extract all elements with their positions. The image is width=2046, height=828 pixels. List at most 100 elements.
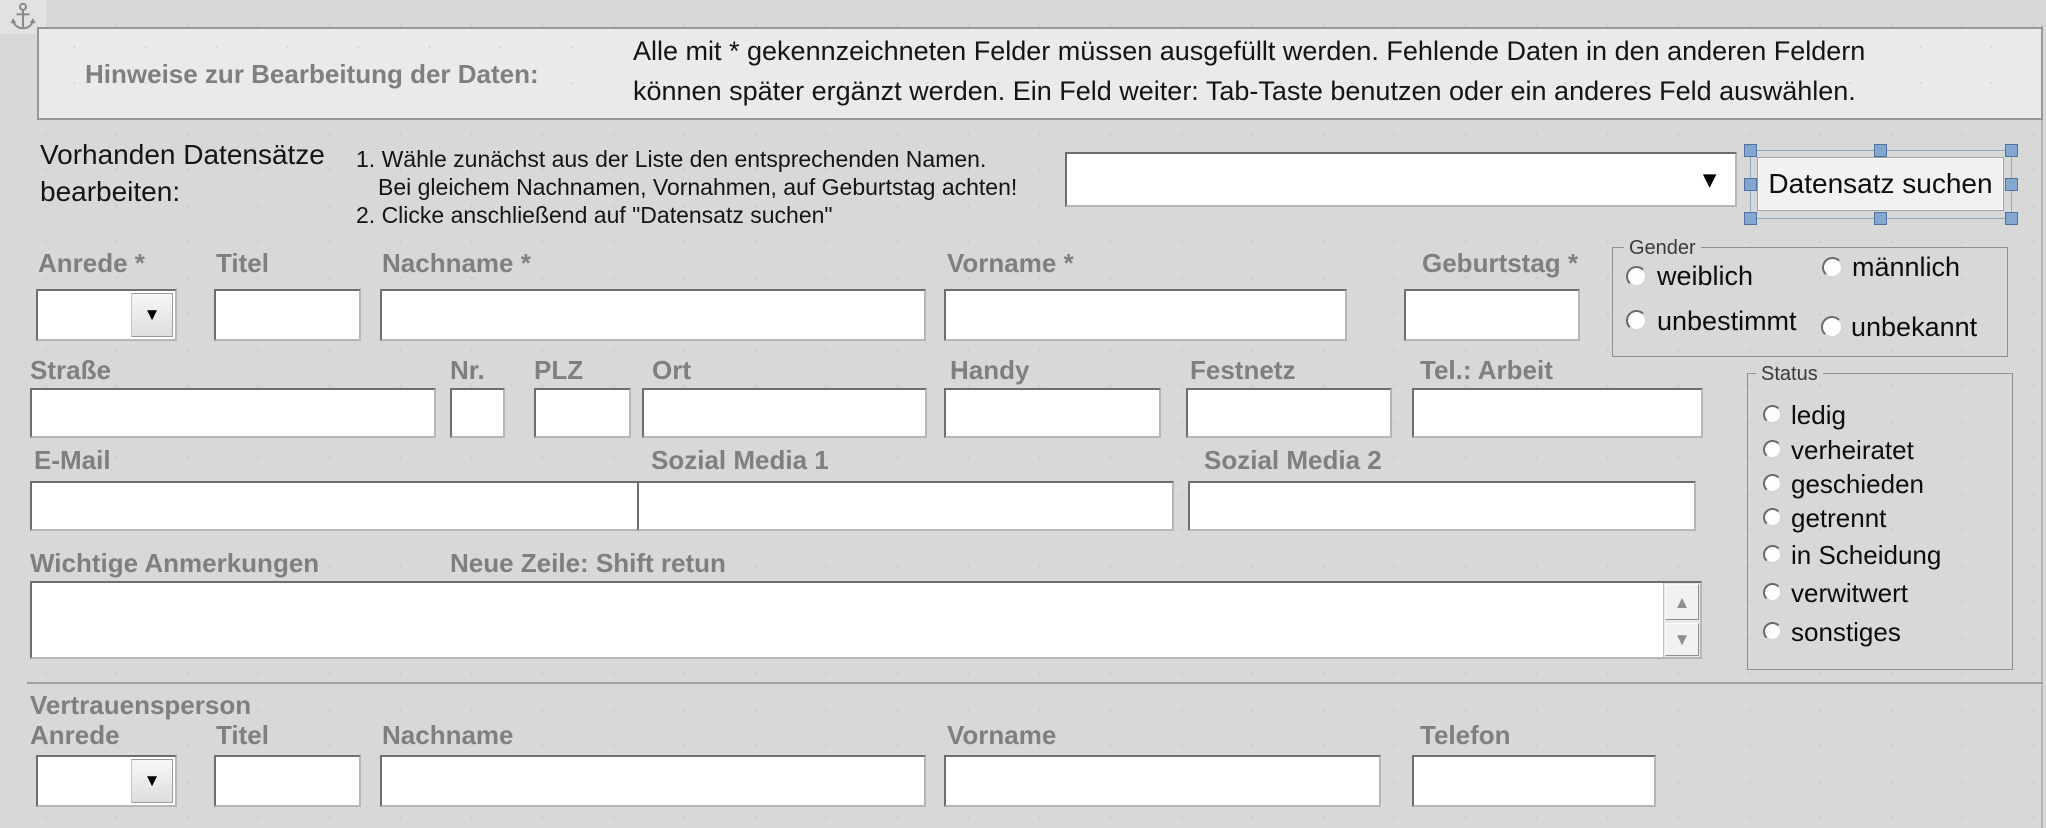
anrede-label: Anrede * — [38, 249, 145, 278]
status-option-geschieden[interactable]: geschieden — [1791, 470, 1924, 499]
gender-option-maennlich[interactable]: männlich — [1852, 253, 1960, 283]
vp-telefon-input[interactable] — [1412, 755, 1656, 807]
vp-telefon-label: Telefon — [1420, 721, 1511, 750]
titel-input[interactable] — [214, 289, 361, 341]
scroll-up-icon: ▲ — [1674, 594, 1691, 611]
scroll-down-button[interactable]: ▼ — [1665, 623, 1699, 656]
nachname-input[interactable] — [380, 289, 926, 341]
geburtstag-label: Geburtstag * — [1422, 249, 1578, 278]
status-legend: Status — [1756, 364, 1823, 384]
search-step2: 2. Clicke anschließend auf "Datensatz su… — [356, 203, 833, 228]
status-radio-geschieden[interactable] — [1763, 474, 1782, 493]
strasse-label: Straße — [30, 356, 111, 385]
vp-titel-label: Titel — [216, 721, 269, 750]
festnetz-label: Festnetz — [1190, 356, 1295, 385]
gender-radio-unbestimmt[interactable] — [1626, 310, 1647, 331]
gender-option-unbestimmt[interactable]: unbestimmt — [1657, 307, 1797, 337]
selection-handle[interactable] — [1744, 212, 1757, 225]
gender-radio-weiblich[interactable] — [1626, 266, 1647, 287]
selection-handle[interactable] — [2005, 212, 2018, 225]
plz-input[interactable] — [534, 388, 631, 438]
nr-input[interactable] — [450, 388, 505, 438]
vorname-input[interactable] — [944, 289, 1347, 341]
status-radio-getrennt[interactable] — [1763, 508, 1782, 527]
plz-label: PLZ — [534, 356, 583, 385]
search-step1b: Bei gleichem Nachnamen, Vornahmen, auf G… — [378, 175, 1017, 200]
vp-nachname-label: Nachname — [382, 721, 514, 750]
vorhanden-prompt-line1: Vorhanden Datensätze — [40, 140, 325, 171]
gender-legend: Gender — [1624, 238, 1701, 258]
status-option-ledig[interactable]: ledig — [1791, 401, 1846, 430]
email-label: E-Mail — [34, 446, 111, 475]
status-option-in-scheidung[interactable]: in Scheidung — [1791, 541, 1941, 570]
vp-vorname-label: Vorname — [947, 721, 1056, 750]
vp-anrede-select[interactable]: ▼ — [36, 755, 177, 807]
selection-handle[interactable] — [2005, 144, 2018, 157]
handy-input[interactable] — [944, 388, 1161, 438]
gender-option-unbekannt[interactable]: unbekannt — [1851, 313, 1977, 343]
email-input[interactable] — [30, 481, 641, 531]
scroll-up-button[interactable]: ▲ — [1665, 584, 1699, 620]
selection-handle[interactable] — [1874, 212, 1887, 225]
status-option-getrennt[interactable]: getrennt — [1791, 504, 1886, 533]
dropdown-arrow-icon[interactable]: ▼ — [131, 293, 173, 337]
datensatz-combobox[interactable]: ▼ — [1065, 152, 1737, 207]
status-radio-verheiratet[interactable] — [1763, 440, 1782, 459]
status-radio-sonstiges[interactable] — [1763, 622, 1782, 641]
selection-handle[interactable] — [1874, 144, 1887, 157]
sozial1-label: Sozial Media 1 — [651, 446, 829, 475]
anmerkungen-hint-label: Neue Zeile: Shift retun — [450, 549, 726, 578]
sozial1-input[interactable] — [637, 481, 1174, 531]
tel-arbeit-label: Tel.: Arbeit — [1420, 356, 1553, 385]
vertrauensperson-section-label: Vertrauensperson — [30, 691, 251, 720]
datensatz-suchen-button[interactable]: Datensatz suchen — [1757, 157, 2004, 211]
datensatz-suchen-button-label: Datensatz suchen — [1768, 168, 1992, 200]
anmerkungen-scrollbar[interactable]: ▲ ▼ — [1663, 583, 1700, 657]
status-radio-verwitwert[interactable] — [1763, 583, 1782, 602]
anmerkungen-label: Wichtige Anmerkungen — [30, 549, 319, 578]
titel-label: Titel — [216, 249, 269, 278]
selection-handle[interactable] — [1744, 178, 1757, 191]
selection-handle[interactable] — [1744, 144, 1757, 157]
ort-label: Ort — [652, 356, 691, 385]
status-radio-in-scheidung[interactable] — [1763, 545, 1782, 564]
handy-label: Handy — [950, 356, 1029, 385]
sozial2-input[interactable] — [1188, 481, 1696, 531]
anmerkungen-textarea-wrap: ▲ ▼ — [30, 581, 1702, 659]
scroll-down-icon: ▼ — [1674, 631, 1691, 648]
ort-input[interactable] — [642, 388, 927, 438]
section-divider — [27, 682, 2043, 684]
page-edge-line — [2041, 25, 2043, 828]
selection-handle[interactable] — [2005, 178, 2018, 191]
tel-arbeit-input[interactable] — [1412, 388, 1703, 438]
vorhanden-prompt-line2: bearbeiten: — [40, 177, 180, 208]
combo-arrow-icon[interactable]: ▼ — [1698, 168, 1721, 191]
status-option-verheiratet[interactable]: verheiratet — [1791, 436, 1914, 465]
form-canvas: Hinweise zur Bearbeitung der Daten: Alle… — [0, 0, 2046, 828]
nachname-label: Nachname * — [382, 249, 531, 278]
vp-vorname-input[interactable] — [944, 755, 1381, 807]
dropdown-arrow-icon[interactable]: ▼ — [131, 759, 173, 803]
gender-radio-maennlich[interactable] — [1822, 257, 1843, 278]
sozial2-label: Sozial Media 2 — [1204, 446, 1382, 475]
strasse-input[interactable] — [30, 388, 436, 438]
hinweis-text-line2: können später ergänzt werden. Ein Feld w… — [633, 77, 1856, 107]
status-option-verwitwert[interactable]: verwitwert — [1791, 579, 1908, 608]
vp-titel-input[interactable] — [214, 755, 361, 807]
search-step1: 1. Wähle zunächst aus der Liste den ents… — [356, 147, 986, 172]
anchor-icon — [9, 2, 37, 37]
hinweis-label: Hinweise zur Bearbeitung der Daten: — [85, 60, 539, 89]
anmerkungen-textarea[interactable] — [32, 583, 1662, 657]
gender-option-weiblich[interactable]: weiblich — [1657, 262, 1753, 292]
nr-label: Nr. — [450, 356, 485, 385]
vp-anrede-label: Anrede — [30, 721, 120, 750]
vorname-label: Vorname * — [947, 249, 1074, 278]
geburtstag-input[interactable] — [1404, 289, 1580, 341]
festnetz-input[interactable] — [1186, 388, 1392, 438]
anrede-select[interactable]: ▼ — [36, 289, 177, 341]
vp-nachname-input[interactable] — [380, 755, 926, 807]
status-option-sonstiges[interactable]: sonstiges — [1791, 618, 1901, 647]
status-radio-ledig[interactable] — [1763, 405, 1782, 424]
hinweis-text-line1: Alle mit * gekennzeichneten Felder müsse… — [633, 37, 1865, 67]
gender-radio-unbekannt[interactable] — [1821, 316, 1843, 338]
